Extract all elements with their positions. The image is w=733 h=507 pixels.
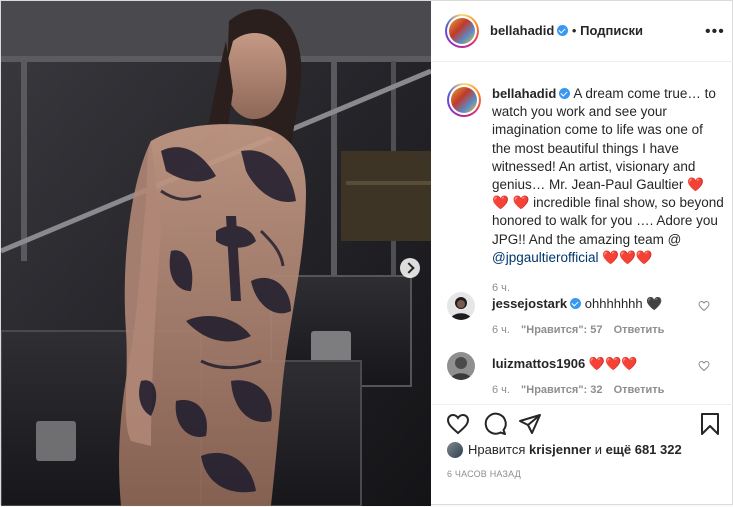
share-icon[interactable] [518,412,542,441]
comment-time: 6 ч. [492,384,510,396]
comment-time: 6 ч. [492,324,510,336]
caption-username[interactable]: bellahadid [492,86,556,101]
verified-icon [559,88,571,99]
likes-middle: и [594,442,603,457]
verified-icon [557,25,569,36]
comment-username[interactable]: jessejostark [492,296,567,311]
comment-item: jessejostark ohhhhhhh 🖤 6 ч. "Нравится":… [447,292,729,348]
likes-count[interactable]: ещё 681 322 [606,442,682,457]
more-icon[interactable]: ••• [705,23,725,41]
post-actions: Нравится krisjenner и ещё 681 322 6 ЧАСО… [432,404,733,507]
comment-username[interactable]: luizmattos1906 [492,356,585,371]
header-user: bellahadid • Подписки [490,23,643,38]
comment-icon[interactable] [483,412,507,441]
caption-body-1: A dream come true… to watch you work and… [492,86,716,193]
post-timestamp[interactable]: 6 ЧАСОВ НАЗАД [447,469,521,479]
comment-text: luizmattos1906 ❤️❤️❤️ [492,356,637,372]
next-image-button[interactable] [400,258,420,278]
post-container: bellahadid • Подписки ••• bellahadid A d… [0,0,733,506]
caption-mention-link[interactable]: @jpgaultierofficial [492,250,599,265]
comment-text: jessejostark ohhhhhhh 🖤 [492,296,662,312]
comment-item: luizmattos1906 ❤️❤️❤️ 6 ч. "Нравится": 3… [447,352,729,408]
verified-icon [570,298,582,309]
like-comment-icon[interactable] [698,300,710,315]
caption-emoji-3: ❤️❤️❤️ [602,249,653,265]
header-separator: • [571,23,577,38]
post-photo [1,1,431,506]
like-comment-icon[interactable] [698,360,710,375]
caption-emoji-2: ❤️ [512,195,530,211]
liker-avatar[interactable] [447,442,463,458]
comment-meta: 6 ч. "Нравится": 32 Ответить [492,384,672,396]
header-username[interactable]: bellahadid [490,23,554,38]
comment-meta: 6 ч. "Нравится": 57 Ответить [492,324,672,336]
heart-icon[interactable] [446,412,470,441]
comment-reply-button[interactable]: Ответить [614,324,665,336]
post-header: bellahadid • Подписки ••• [432,1,733,62]
comment-reply-button[interactable]: Ответить [614,384,665,396]
comment-body: ❤️❤️❤️ [588,356,638,371]
save-icon[interactable] [698,412,722,441]
comment-avatar[interactable] [447,292,475,320]
liker-username[interactable]: krisjenner [529,442,591,457]
likes-summary: Нравится krisjenner и ещё 681 322 [447,442,682,458]
caption-text: bellahadid A dream come true… to watch y… [492,85,724,297]
comment-avatar[interactable] [447,352,475,380]
comment-likes[interactable]: "Нравится": 32 [521,384,602,396]
post-image[interactable] [1,1,431,506]
comment-likes[interactable]: "Нравится": 57 [521,324,602,336]
likes-prefix: Нравится [468,442,526,457]
caption-avatar[interactable] [447,83,481,117]
follow-button[interactable]: Подписки [580,23,643,38]
post-sidebar: bellahadid • Подписки ••• bellahadid A d… [432,1,733,506]
comment-body: ohhhhhhh 🖤 [584,296,663,311]
avatar[interactable] [445,14,479,48]
